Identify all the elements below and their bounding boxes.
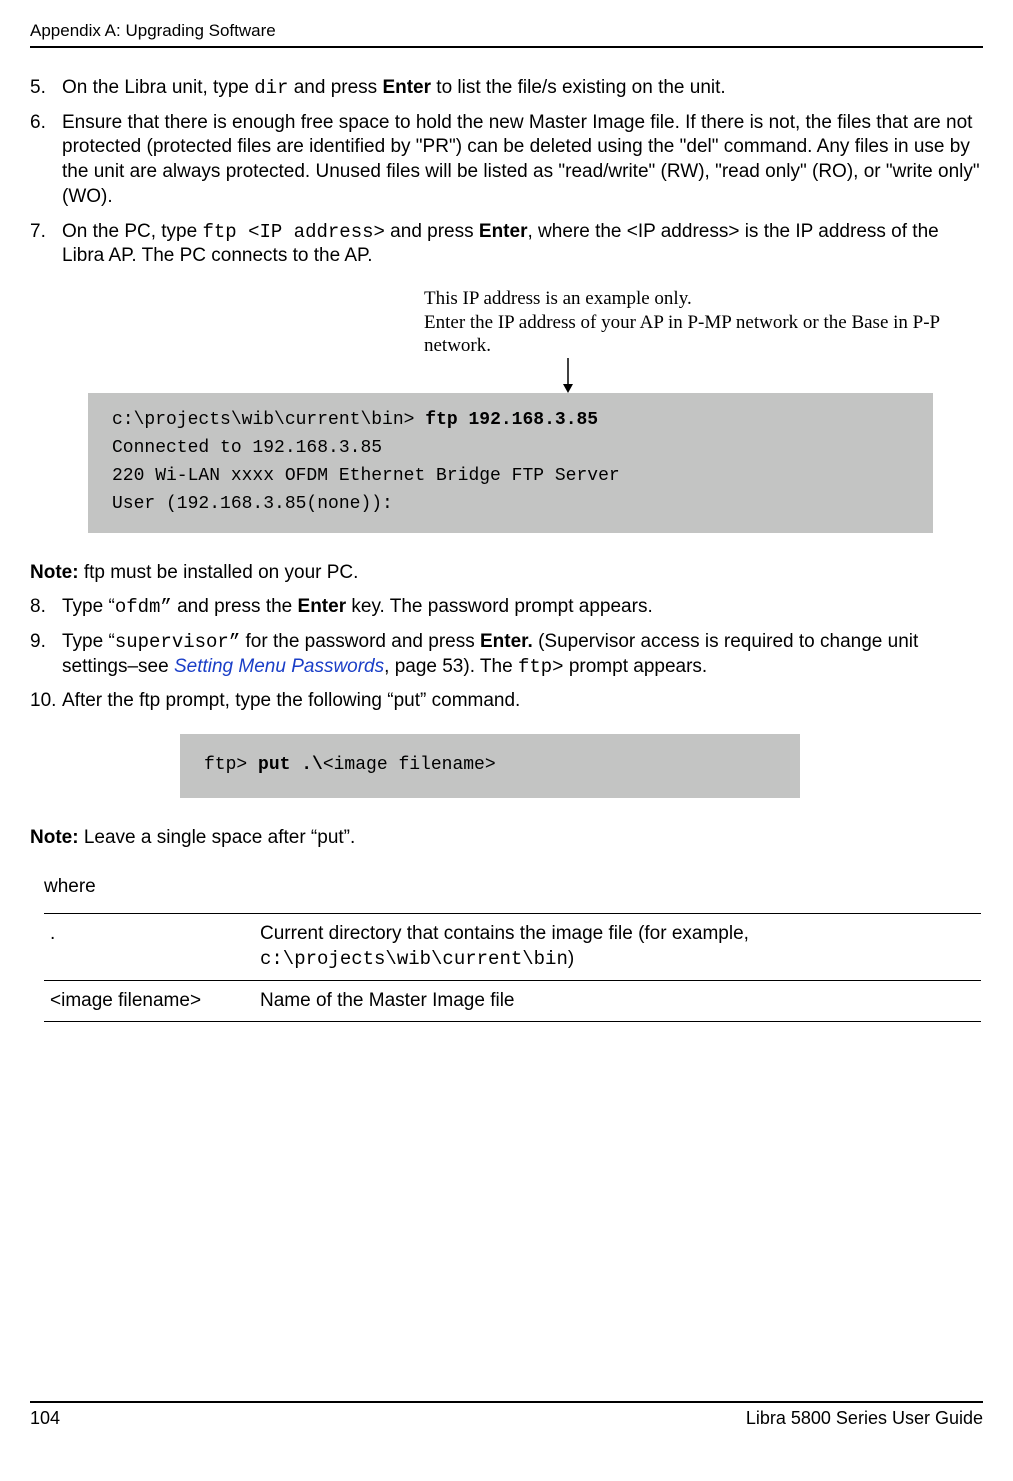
code-text: Connected to 192.168.3.85 bbox=[112, 438, 382, 458]
step-content: On the PC, type ftp <IP address> and pre… bbox=[62, 220, 983, 269]
inline-code: supervisor bbox=[115, 631, 229, 653]
instruction-list-cont: 8. Type “ofdm” and press the Enter key. … bbox=[30, 595, 983, 714]
inline-code: ofdm bbox=[115, 596, 161, 618]
key-name: Enter bbox=[382, 77, 431, 98]
inline-code: ftp <IP address> bbox=[202, 221, 384, 243]
text-segment: Type “ bbox=[62, 631, 115, 652]
step-content: Type “ofdm” and press the Enter key. The… bbox=[62, 595, 983, 620]
text-segment: and press bbox=[385, 221, 479, 242]
step-number: 10. bbox=[30, 689, 62, 714]
step-number: 7. bbox=[30, 220, 62, 269]
step-number: 9. bbox=[30, 630, 62, 679]
text-segment: Type “ bbox=[62, 596, 115, 617]
text-segment: for the password and press bbox=[240, 631, 480, 652]
code-text: 220 Wi-LAN xxxx OFDM Ethernet Bridge FTP… bbox=[112, 466, 620, 486]
text-segment: and press the bbox=[172, 596, 298, 617]
close-quote: ” bbox=[229, 631, 240, 653]
page-header: Appendix A: Upgrading Software bbox=[30, 20, 983, 48]
code-text: ftp> bbox=[204, 755, 258, 775]
definition-desc: Name of the Master Image file bbox=[260, 989, 975, 1014]
code-text: c:\projects\wib\current\bin> bbox=[112, 410, 425, 430]
code-bold: put .\ bbox=[258, 755, 323, 775]
key-name: Enter bbox=[479, 221, 528, 242]
step-content: Ensure that there is enough free space t… bbox=[62, 111, 983, 210]
definition-term: . bbox=[50, 922, 260, 971]
text-segment: to list the file/s existing on the unit. bbox=[431, 77, 726, 98]
step-8: 8. Type “ofdm” and press the Enter key. … bbox=[30, 595, 983, 620]
close-quote: ” bbox=[160, 596, 171, 618]
note-line: This IP address is an example only. bbox=[424, 287, 943, 311]
ip-address-note: This IP address is an example only. Ente… bbox=[424, 287, 943, 358]
step-5: 5. On the Libra unit, type dir and press… bbox=[30, 76, 983, 101]
where-table: . Current directory that contains the im… bbox=[44, 913, 981, 1022]
where-label: where bbox=[44, 875, 981, 900]
note-ftp-installed: Note: ftp must be installed on your PC. bbox=[30, 561, 983, 586]
instruction-list: 5. On the Libra unit, type dir and press… bbox=[30, 76, 983, 269]
note-label: Note: bbox=[30, 562, 84, 583]
footer-title: Libra 5800 Series User Guide bbox=[746, 1407, 983, 1430]
note-text: Leave a single space after “put”. bbox=[84, 827, 355, 848]
inline-code: c:\projects\wib\current\bin bbox=[260, 948, 568, 970]
inline-code: ftp> bbox=[518, 656, 564, 678]
code-text: User (192.168.3.85(none)): bbox=[112, 494, 393, 514]
table-row: . Current directory that contains the im… bbox=[44, 914, 981, 979]
terminal-block-ftp: c:\projects\wib\current\bin> ftp 192.168… bbox=[88, 393, 933, 533]
step-content: Type “supervisor” for the password and p… bbox=[62, 630, 983, 679]
text-segment: key. The password prompt appears. bbox=[346, 596, 653, 617]
inline-code: dir bbox=[254, 77, 288, 99]
text-segment: On the Libra unit, type bbox=[62, 77, 254, 98]
step-number: 5. bbox=[30, 76, 62, 101]
text-segment: and press bbox=[288, 77, 382, 98]
step-7: 7. On the PC, type ftp <IP address> and … bbox=[30, 220, 983, 269]
table-row: <image filename> Name of the Master Imag… bbox=[44, 980, 981, 1022]
step-10: 10. After the ftp prompt, type the follo… bbox=[30, 689, 983, 714]
page-number: 104 bbox=[30, 1407, 60, 1430]
where-definitions: where . Current directory that contains … bbox=[30, 875, 983, 1023]
text-segment: , page 53). The bbox=[384, 656, 518, 677]
cross-reference-link[interactable]: Setting Menu Passwords bbox=[174, 656, 384, 677]
step-number: 8. bbox=[30, 595, 62, 620]
key-name: Enter. bbox=[480, 631, 538, 652]
key-name: Enter bbox=[298, 596, 347, 617]
definition-desc: Current directory that contains the imag… bbox=[260, 922, 975, 971]
page-footer: 104 Libra 5800 Series User Guide bbox=[30, 1401, 983, 1430]
note-label: Note: bbox=[30, 827, 84, 848]
definition-term: <image filename> bbox=[50, 989, 260, 1014]
step-9: 9. Type “supervisor” for the password an… bbox=[30, 630, 983, 679]
note-text: ftp must be installed on your PC. bbox=[84, 562, 359, 583]
text-segment: Current directory that contains the imag… bbox=[260, 923, 749, 944]
note-line: Enter the IP address of your AP in P-MP … bbox=[424, 311, 943, 359]
note-put-space: Note: Leave a single space after “put”. bbox=[30, 826, 983, 851]
text-segment: prompt appears. bbox=[564, 656, 708, 677]
step-6: 6. Ensure that there is enough free spac… bbox=[30, 111, 983, 210]
code-text: <image filename> bbox=[323, 755, 496, 775]
text-segment: On the PC, type bbox=[62, 221, 202, 242]
terminal-block-put: ftp> put .\<image filename> bbox=[180, 734, 800, 798]
step-number: 6. bbox=[30, 111, 62, 210]
code-bold: ftp 192.168.3.85 bbox=[425, 410, 598, 430]
text-segment: ) bbox=[568, 948, 574, 969]
step-content: On the Libra unit, type dir and press En… bbox=[62, 76, 983, 101]
step-content: After the ftp prompt, type the following… bbox=[62, 689, 983, 714]
arrow-down-icon bbox=[558, 358, 983, 393]
